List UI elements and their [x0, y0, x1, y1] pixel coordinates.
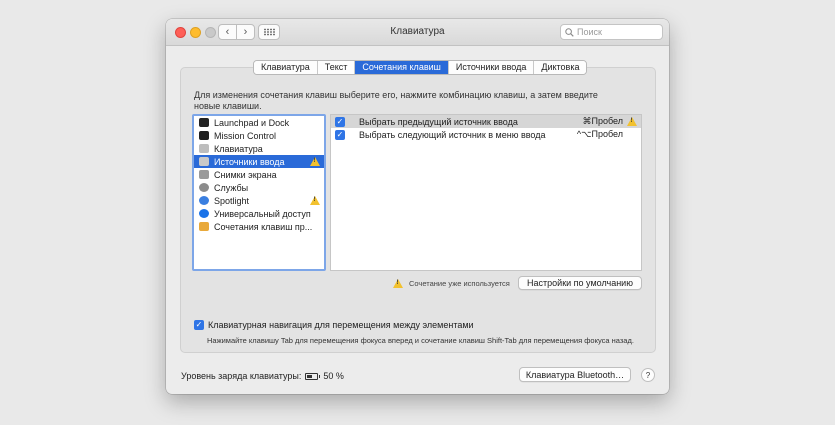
category-label: Службы [214, 182, 249, 193]
category-item-accessibility[interactable]: Универсальный доступ [194, 207, 324, 220]
search-icon [565, 27, 574, 37]
category-label: Spotlight [214, 195, 250, 206]
shortcuts-description: Для изменения сочетания клавиш выберите … [194, 90, 598, 111]
category-list[interactable]: Launchpad и Dock Mission Control Клавиат… [192, 114, 326, 271]
tab-bar: Клавиатура Текст Сочетания клавиш Источн… [253, 60, 588, 75]
mission-control-icon [199, 131, 209, 140]
warning-icon [310, 196, 320, 205]
tab-keyboard[interactable]: Клавиатура [254, 61, 318, 74]
tab-dictation[interactable]: Диктовка [534, 61, 587, 74]
services-gear-icon [199, 183, 209, 192]
category-item-services[interactable]: Службы [194, 181, 324, 194]
shortcut-checkbox[interactable]: ✓ [335, 116, 345, 127]
category-item-mission-control[interactable]: Mission Control [194, 129, 324, 142]
battery-label: Уровень заряда клавиатуры: [181, 371, 302, 381]
keyboard-navigation-option[interactable]: ✓ Клавиатурная навигация для перемещения… [194, 320, 474, 330]
category-item-spotlight[interactable]: Spotlight [194, 194, 324, 207]
category-item-keyboard[interactable]: Клавиатура [194, 142, 324, 155]
shortcut-label: Выбрать предыдущий источник ввода [359, 116, 518, 127]
battery-level: Уровень заряда клавиатуры: 50 % [181, 371, 344, 381]
keyboard-preferences-window: ‹ › Клавиатура Клавиатура Текст Сочетани… [166, 19, 669, 394]
search-field[interactable] [560, 24, 663, 40]
shortcut-keys[interactable]: ^⌥Пробел [577, 129, 623, 140]
battery-value: 50 % [323, 371, 344, 381]
battery-fill [307, 374, 312, 378]
screenshot-icon [199, 170, 209, 179]
shortcut-row-previous-source[interactable]: ✓ Выбрать предыдущий источник ввода ⌘Про… [331, 115, 641, 128]
app-shortcuts-icon [199, 222, 209, 231]
category-label: Источники ввода [214, 156, 285, 167]
input-sources-icon [199, 157, 209, 166]
category-item-input-sources[interactable]: Источники ввода [194, 155, 324, 168]
restore-defaults-button[interactable]: Настройки по умолчанию [518, 276, 642, 290]
category-label: Снимки экрана [214, 169, 277, 180]
spotlight-icon [199, 196, 209, 205]
warning-icon [393, 279, 403, 288]
shortcut-label: Выбрать следующий источник в меню ввода [359, 129, 546, 140]
category-label: Launchpad и Dock [214, 117, 290, 128]
conflict-note: Сочетание уже используется [393, 279, 510, 288]
help-button[interactable]: ? [641, 368, 655, 382]
category-item-screenshots[interactable]: Снимки экрана [194, 168, 324, 181]
warning-icon [310, 157, 320, 166]
tab-text[interactable]: Текст [317, 61, 356, 74]
shortcut-table[interactable]: ✓ Выбрать предыдущий источник ввода ⌘Про… [330, 114, 642, 271]
warning-icon [627, 117, 637, 126]
titlebar: ‹ › Клавиатура [166, 19, 669, 46]
category-label: Mission Control [214, 130, 277, 141]
keyboard-navigation-hint: Нажимайте клавишу Tab для перемещения фо… [207, 336, 634, 345]
battery-icon [305, 372, 321, 380]
category-item-app-shortcuts[interactable]: Сочетания клавиш пр... [194, 220, 324, 233]
category-label: Сочетания клавиш пр... [214, 221, 313, 232]
shortcut-checkbox[interactable]: ✓ [335, 129, 345, 140]
category-label: Универсальный доступ [214, 208, 311, 219]
keyboard-navigation-checkbox[interactable]: ✓ [194, 320, 204, 330]
shortcut-row-next-source[interactable]: ✓ Выбрать следующий источник в меню ввод… [331, 128, 641, 141]
bluetooth-keyboard-button[interactable]: Клавиатура Bluetooth… [519, 367, 631, 382]
category-item-launchpad[interactable]: Launchpad и Dock [194, 116, 324, 129]
category-label: Клавиатура [214, 143, 263, 154]
launchpad-icon [199, 118, 209, 127]
tab-shortcuts[interactable]: Сочетания клавиш [355, 61, 449, 74]
conflict-note-text: Сочетание уже используется [409, 279, 510, 288]
accessibility-icon [199, 209, 209, 218]
keyboard-icon [199, 144, 209, 153]
shortcut-keys[interactable]: ⌘Пробел [583, 116, 624, 127]
search-input[interactable] [577, 27, 657, 37]
keyboard-navigation-label: Клавиатурная навигация для перемещения м… [208, 320, 474, 330]
tab-input-sources[interactable]: Источники ввода [448, 61, 535, 74]
